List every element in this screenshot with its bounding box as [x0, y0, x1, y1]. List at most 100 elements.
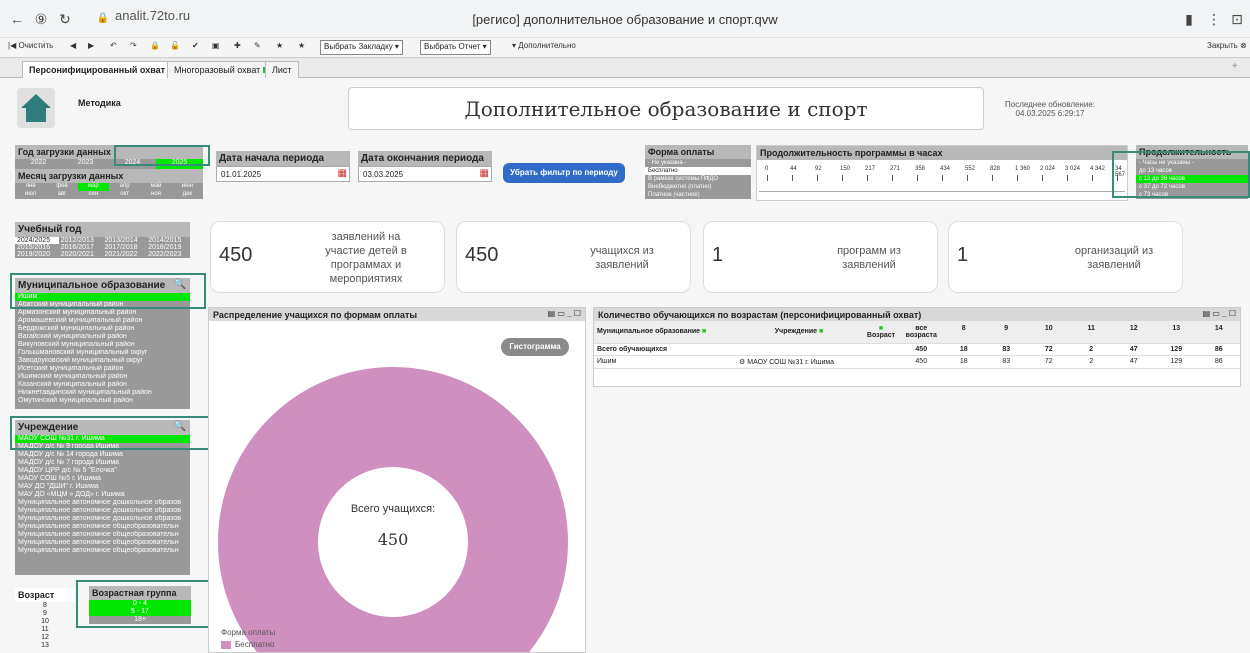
duration-scrollbar[interactable] — [759, 191, 1125, 197]
end-date-input[interactable]: 03.03.2025 ▦ — [358, 166, 492, 182]
tool-icon[interactable]: ✎ — [254, 41, 261, 50]
list-item[interactable]: Аромашевский муниципальный район — [15, 317, 190, 325]
school-year-option[interactable]: 2020/2021 — [59, 251, 103, 258]
remove-period-filter-button[interactable]: Убрать фильтр по периоду — [503, 163, 625, 183]
col-municipal[interactable]: Муниципальное образование ■ — [594, 321, 736, 344]
report-select[interactable]: Выбрать Отчет ▾ — [420, 40, 491, 55]
age-option[interactable]: 9 — [15, 610, 75, 618]
month-option[interactable]: июн — [172, 183, 203, 191]
extra-menu[interactable]: ▾ Дополнительно — [512, 41, 576, 50]
list-item[interactable]: Ишимский муниципальный район — [15, 373, 190, 381]
month-option[interactable]: сен — [78, 191, 109, 199]
school-year-option[interactable]: 2017/2018 — [103, 244, 147, 251]
school-year-option[interactable]: 2016/2017 — [59, 244, 103, 251]
list-item[interactable]: МАДОУ д/с № 14 города Ишима — [15, 451, 190, 459]
age-option[interactable]: 10 — [15, 618, 75, 626]
menu-icon[interactable]: ⋮ — [1205, 10, 1223, 28]
school-year-option[interactable]: 2014/2015 — [146, 237, 190, 244]
star-icon[interactable]: ★ — [298, 41, 305, 50]
list-item[interactable]: - Не указана - — [645, 159, 751, 167]
school-year-selected[interactable]: 2024/2025 — [15, 237, 59, 244]
col-age[interactable]: ■ Возраст — [862, 321, 900, 344]
year-option[interactable]: 2022 — [15, 159, 62, 169]
list-item[interactable]: Вагайский муниципальный район — [15, 333, 190, 341]
lock-selection-icon[interactable]: 🔒 — [150, 41, 160, 50]
duration-tick[interactable]: 2 024 — [1040, 166, 1055, 172]
list-item[interactable]: МАУ ДО "ДШИ" г. Ишима — [15, 483, 190, 491]
month-option[interactable]: ноя — [140, 191, 171, 199]
age-option[interactable]: 8 — [15, 602, 75, 610]
add-icon[interactable]: ✚ — [234, 41, 241, 50]
table-row-total[interactable]: Всего обучающихся 450 18 83 72 2 47 129 86 — [594, 343, 1240, 356]
tab-personalized[interactable]: Персонифицированный охват — [22, 61, 182, 78]
redo-icon[interactable]: ↷ — [130, 41, 137, 50]
school-year-option[interactable]: 2013/2014 — [103, 237, 147, 244]
tab-sheet[interactable]: Лист — [265, 61, 299, 78]
list-item[interactable]: Бердюжский муниципальный район — [15, 325, 190, 333]
month-option[interactable]: янв — [15, 183, 46, 191]
list-item[interactable]: МАДОУ д/с № 7 города Ишима — [15, 459, 190, 467]
list-item[interactable]: Исетский муниципальный район — [15, 365, 190, 373]
month-option[interactable]: июл — [15, 191, 46, 199]
home-icon[interactable] — [17, 88, 55, 128]
table-row[interactable]: Ишим ⚙ МАОУ СОШ №31 г. Ишима 450 18 83 72 2 4… — [594, 355, 1240, 369]
year-option[interactable]: 2023 — [62, 159, 109, 169]
school-year-option[interactable]: 2018/2019 — [146, 244, 190, 251]
duration-tick[interactable]: 44 — [790, 166, 797, 172]
clear-button[interactable]: |◀ Очистить — [8, 41, 53, 50]
list-item[interactable]: Внебюджетно (платно) — [645, 183, 751, 191]
school-year-option[interactable]: 2019/2020 — [15, 251, 59, 258]
list-item[interactable]: Заводоуковский муниципальный округ — [15, 357, 190, 365]
duration-tick[interactable]: 150 — [840, 166, 850, 172]
list-item[interactable]: В рамках системы ПФДО — [645, 175, 751, 183]
list-item[interactable]: МАУ ДО «МЦМ » ДОД» г. Ишима — [15, 491, 190, 499]
month-option[interactable]: авг — [46, 191, 77, 199]
list-item[interactable]: Муниципальное автономное дошкольное обра… — [15, 507, 190, 515]
undo-icon[interactable]: ↶ — [110, 41, 117, 50]
close-button[interactable]: Закрыть ⊗ — [1207, 41, 1247, 50]
check-icon[interactable]: ✔ — [192, 41, 199, 50]
list-item[interactable]: Муниципальное автономное общеобразовател… — [15, 539, 190, 547]
list-item[interactable]: Нижнетавдинский муниципальный район — [15, 389, 190, 397]
list-item[interactable]: Муниципальное автономное общеобразовател… — [15, 547, 190, 555]
extension-icon[interactable]: ⊡ — [1228, 10, 1246, 28]
duration-ticks[interactable]: 0 44 92 150 217 271 358 434 552 828 1 360 2 024 3 02… — [757, 160, 1127, 190]
school-year-option[interactable]: 2012/2013 — [59, 237, 103, 244]
list-item[interactable]: Казанский муниципальный район — [15, 381, 190, 389]
list-item[interactable]: Омутинский муниципальный район — [15, 397, 190, 405]
legend-item[interactable]: Бесплатно — [221, 640, 275, 649]
duration-tick[interactable]: 434 — [940, 166, 950, 172]
methodology-link[interactable]: Методика — [78, 98, 121, 108]
duration-tick[interactable]: 552 — [965, 166, 975, 172]
duration-tick[interactable]: 1 360 — [1015, 166, 1030, 172]
list-item[interactable]: Муниципальное автономное дошкольное обра… — [15, 499, 190, 507]
duration-tick[interactable]: 4 342 — [1090, 166, 1105, 172]
list-item[interactable]: МАДОУ ЦРР д/с № 5 "Елочка" — [15, 467, 190, 475]
window-controls-icon[interactable]: ▤ ▭ _ ☐ — [1203, 309, 1236, 318]
list-item[interactable]: Викуловский муниципальный район — [15, 341, 190, 349]
list-item[interactable]: Муниципальное автономное дошкольное обра… — [15, 515, 190, 523]
month-option[interactable]: окт — [109, 191, 140, 199]
calendar-icon[interactable]: ▦ — [338, 168, 347, 179]
month-option[interactable]: дек — [172, 191, 203, 199]
tab-multiple[interactable]: Многоразовый охват — [167, 61, 277, 78]
school-year-option[interactable]: 2022/2023 — [146, 251, 190, 258]
list-item-selected[interactable]: Бесплатно — [645, 167, 751, 175]
list-item[interactable]: Голышмановский муниципальный округ — [15, 349, 190, 357]
school-year-option[interactable]: 2015/2016 — [15, 244, 59, 251]
bookmark-select[interactable]: Выбрать Закладку ▾ — [320, 40, 403, 55]
school-year-option[interactable]: 2021/2022 — [103, 251, 147, 258]
calendar-icon[interactable]: ▦ — [480, 168, 489, 179]
start-date-input[interactable]: 01.01.2025 ▦ — [216, 166, 350, 182]
back-nav-icon[interactable]: ◀ — [70, 41, 76, 50]
bookmark-icon[interactable]: ▮ — [1180, 10, 1198, 28]
list-item[interactable]: МАОУ СОШ №5 г. Ишима — [15, 475, 190, 483]
age-option[interactable]: 11 — [15, 626, 75, 634]
month-option[interactable]: фев — [46, 183, 77, 191]
duration-tick[interactable]: 0 — [765, 166, 768, 172]
duration-tick[interactable]: 3 024 — [1065, 166, 1080, 172]
duration-tick[interactable]: 92 — [815, 166, 822, 172]
list-item[interactable]: Муниципальное автономное общеобразовател… — [15, 531, 190, 539]
duration-tick[interactable]: 358 — [915, 166, 925, 172]
unlock-icon[interactable]: 🔓 — [170, 41, 180, 50]
